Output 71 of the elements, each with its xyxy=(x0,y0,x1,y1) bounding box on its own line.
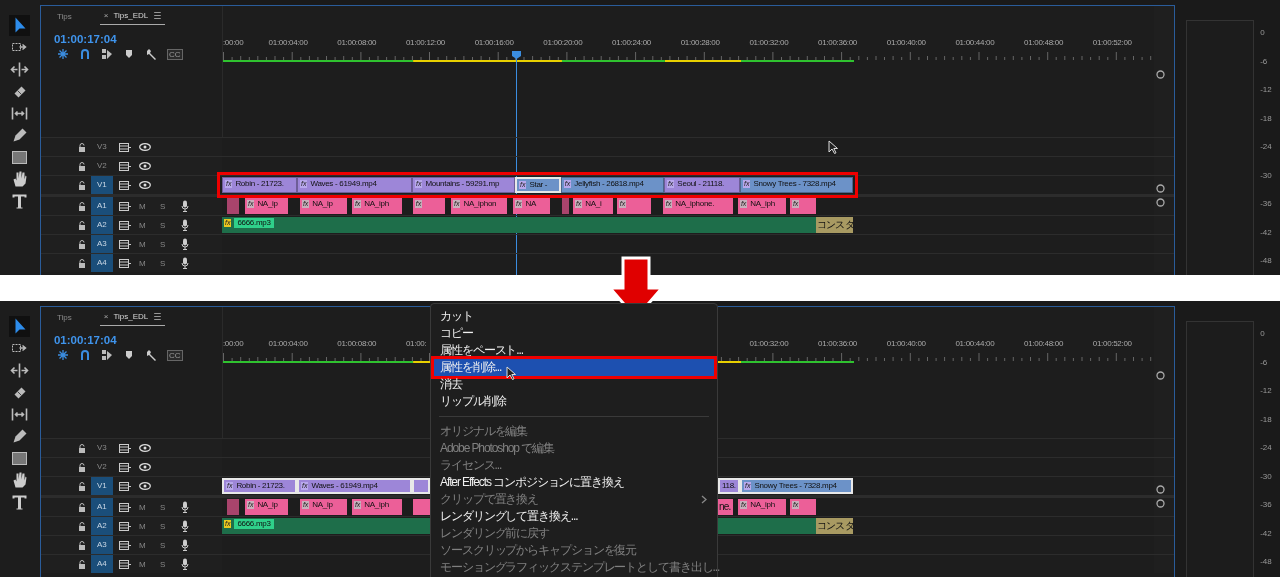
tab-label: Tips_EDL xyxy=(113,11,149,20)
tab-label: Tips_EDL xyxy=(113,312,149,321)
clip-label: Waves - 61949.mp4 xyxy=(311,481,378,491)
meter-scale-label: -18 xyxy=(1260,113,1272,124)
meter-scale-label: -12 xyxy=(1260,386,1272,396)
time-ruler-label: 01:00:48:00 xyxy=(1024,339,1064,348)
clip-label: NA_iphone. xyxy=(675,199,715,209)
clip-label: Snowy Trees - 7328.mp4 xyxy=(754,481,837,491)
clip-label: NA_iph xyxy=(364,500,389,510)
clip-label: NA_ip xyxy=(257,500,278,510)
meter-scale-label: -12 xyxy=(1260,85,1272,95)
meter-scale-label: -30 xyxy=(1260,170,1272,181)
clip-label: Star - xyxy=(529,180,548,190)
clip-label: Mountains - 59291.mp xyxy=(425,179,500,189)
meter-scale-label: -24 xyxy=(1260,443,1272,453)
meter-scale-label: -18 xyxy=(1260,414,1272,425)
clip-label: Robin - 21723. xyxy=(236,481,285,491)
time-ruler-label: 01:00:28:00 xyxy=(680,38,720,47)
time-ruler-label: 01:00:20:00 xyxy=(543,38,583,47)
time-ruler-label: 01:00:36:00 xyxy=(818,339,857,348)
tab-label: Tips xyxy=(56,312,72,322)
clip-label: NA_ip xyxy=(312,500,333,510)
meter-scale-label: -42 xyxy=(1260,528,1272,539)
time-ruler-label: 01:00:04:00 xyxy=(268,38,308,47)
time-ruler-label: 01:00:40:00 xyxy=(886,339,926,348)
clip-label: NA_iph xyxy=(364,199,389,209)
meter-scale-label: -36 xyxy=(1260,500,1272,510)
time-ruler-label: 01:00:48:00 xyxy=(1024,38,1064,47)
clip-label: Snowy Trees - 7328.mp4 xyxy=(753,179,836,189)
clip-label: NA_iph xyxy=(750,199,775,209)
time-ruler-label: 01:00:04:00 xyxy=(268,339,308,348)
clip-label: NA xyxy=(525,199,536,209)
meter-scale-label: -36 xyxy=(1260,199,1272,209)
meter-scale-label: -30 xyxy=(1260,471,1272,482)
clip-label: 6666.mp3 xyxy=(234,218,274,228)
time-ruler-label: 01:00:44:00 xyxy=(955,339,995,348)
clip-label: NA_i xyxy=(585,199,602,209)
meter-scale-label: -42 xyxy=(1260,227,1272,238)
time-ruler-label: 01:00:40:00 xyxy=(886,38,926,47)
meter-scale-label: -6 xyxy=(1260,56,1269,67)
time-ruler-label: 01:00:44:00 xyxy=(955,38,995,47)
time-ruler-label: 01:00:52:00 xyxy=(1092,339,1132,348)
meter-scale-label: -24 xyxy=(1260,142,1272,152)
clip-label: NA_ip xyxy=(312,199,333,209)
time-ruler-label: 01:00:32:00 xyxy=(749,339,789,348)
time-ruler-label: 01:00:32:00 xyxy=(749,38,789,47)
time-ruler-label: 01:00:52:00 xyxy=(1092,38,1132,47)
clip-label: 6666.mp3 xyxy=(234,519,274,529)
tab-label: Tips xyxy=(56,11,72,21)
time-ruler-label: 01:00:12:00 xyxy=(405,38,445,47)
time-ruler-label: 01:00: xyxy=(405,339,427,348)
time-ruler-label: 01:00:08:00 xyxy=(337,339,377,348)
time-ruler-label: 01:00:16:00 xyxy=(474,38,514,47)
meter-scale-label: -48 xyxy=(1260,256,1272,266)
clip-label: Seoul - 21118. xyxy=(677,179,724,189)
clip-label: NA_ip xyxy=(257,199,278,209)
clip-label: NA_iph xyxy=(750,500,775,510)
meter-scale-label: 0 xyxy=(1260,28,1266,38)
clip-label: Jellyfish - 26818.mp4 xyxy=(574,179,644,189)
time-ruler-label: 01:00:24:00 xyxy=(612,38,651,47)
meter-scale-label: -48 xyxy=(1260,557,1272,567)
clip-label: Robin - 21723. xyxy=(235,179,284,189)
time-ruler-label: :00:00 xyxy=(222,38,244,47)
time-ruler-label: 01:00:36:00 xyxy=(818,38,857,47)
clip-label: NA_iphon xyxy=(463,199,497,209)
meter-scale-label: 0 xyxy=(1260,329,1266,339)
clip-label: 118. xyxy=(721,481,736,491)
clip-label: Waves - 61949.mp4 xyxy=(310,179,377,189)
time-ruler-label: 01:00:08:00 xyxy=(337,38,377,47)
time-ruler-label: :00:00 xyxy=(222,339,244,348)
meter-scale-label: -6 xyxy=(1260,357,1269,368)
